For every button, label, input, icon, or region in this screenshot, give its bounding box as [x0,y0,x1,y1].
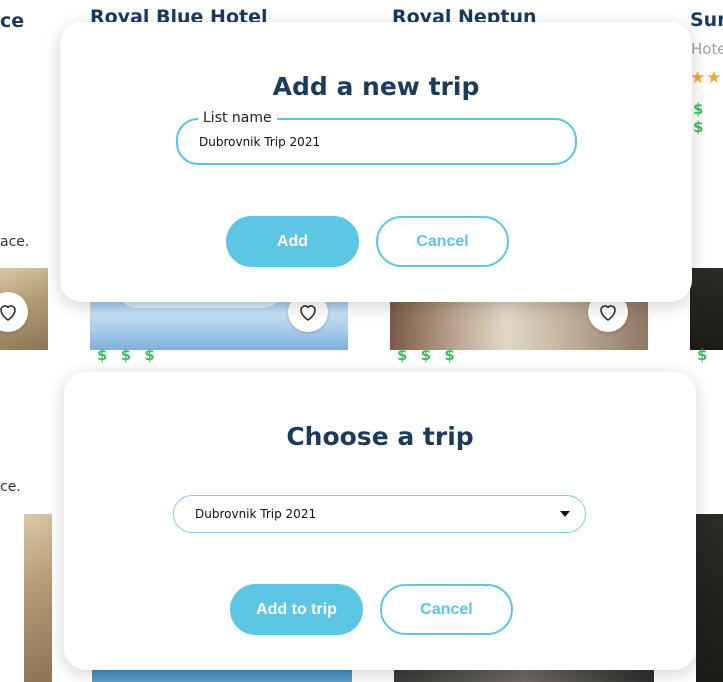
cancel-button[interactable]: Cancel [376,216,509,267]
cancel-button[interactable]: Cancel [380,584,513,635]
heart-icon [0,305,16,321]
chevron-down-icon [560,511,570,517]
price-level: $ $ [693,100,708,136]
add-button[interactable]: Add [226,216,359,267]
price-level: $ $ $ [397,346,459,364]
price-level: $ $ $ [97,346,159,364]
hotel-photo[interactable] [24,514,52,682]
trip-select-value: Dubrovnik Trip 2021 [195,507,317,521]
description-fragment: ace. [0,234,30,250]
dialog-title: Choose a trip [286,422,474,451]
list-name-field[interactable]: List name [176,110,577,165]
heart-icon [300,305,316,321]
choose-trip-dialog: Choose a trip Dubrovnik Trip 2021 Add to… [64,372,696,670]
price-level: $ [697,346,712,364]
add-to-trip-button[interactable]: Add to trip [230,584,363,635]
hotel-name-sun[interactable]: Sun [690,9,723,31]
hotel-photo-sun[interactable] [690,268,723,350]
description-fragment: ce. [0,479,21,495]
hotel-photo[interactable] [696,514,723,682]
hotel-type-label: Hote [691,40,723,58]
dialog-title: Add a new trip [272,72,480,101]
trip-select[interactable]: Dubrovnik Trip 2021 [173,495,586,533]
hotel-name-fragment: ce [0,10,25,32]
list-name-input[interactable] [199,120,559,163]
star-rating: ★★ [690,68,723,87]
heart-icon [600,305,616,321]
add-trip-dialog: Add a new trip List name Add Cancel [60,22,692,302]
